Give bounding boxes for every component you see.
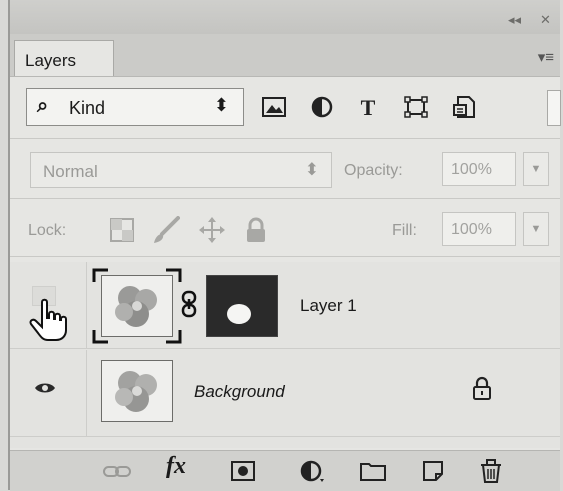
opacity-dropdown-arrow[interactable]: ▼ [523, 152, 549, 186]
new-group-icon[interactable] [358, 457, 388, 485]
adjustment-layer-filter-icon[interactable] [310, 96, 334, 118]
tab-layers[interactable]: Layers [14, 40, 114, 76]
filter-kind-select[interactable]: ⌕ Kind ⬍ [26, 88, 244, 126]
blend-mode-select[interactable]: Normal ⬍ [30, 152, 332, 188]
blend-row: Normal ⬍ Opacity: 100% ▼ [10, 146, 560, 192]
filter-kind-label: Kind [69, 98, 106, 118]
new-layer-icon[interactable] [418, 457, 448, 485]
layer-name[interactable]: Layer 1 [300, 296, 357, 316]
bottom-toolbar: fx [10, 450, 560, 491]
visibility-toggle[interactable] [20, 262, 87, 348]
spinner-icon: ⬍ [304, 160, 319, 179]
lock-icon [473, 376, 491, 400]
shape-layer-filter-icon[interactable] [404, 96, 428, 118]
divider [10, 138, 560, 139]
lock-image-pixels-icon[interactable] [152, 216, 180, 244]
delete-layer-icon[interactable] [476, 457, 506, 485]
filter-row: ⌕ Kind ⬍ T [10, 82, 561, 132]
panel-menu-icon[interactable]: ▾≡ [538, 48, 554, 66]
divider [10, 256, 560, 257]
spinner-icon: ⬍ [213, 95, 229, 115]
link-layers-icon[interactable] [102, 457, 132, 485]
layer-mask-link-icon[interactable] [180, 290, 198, 318]
visibility-toggle[interactable] [20, 350, 87, 436]
fill-dropdown-arrow[interactable]: ▼ [523, 212, 549, 246]
divider [10, 198, 560, 199]
lock-transparent-pixels-icon[interactable] [108, 216, 136, 244]
adjustment-layer-icon[interactable] [296, 457, 326, 485]
search-icon: ⌕ [37, 95, 49, 117]
smart-object-filter-icon[interactable] [452, 96, 476, 118]
close-icon[interactable]: ✕ [540, 12, 551, 28]
layer-thumbnail[interactable] [101, 360, 173, 422]
type-layer-filter-icon[interactable]: T [356, 96, 380, 118]
panel-title-bar[interactable]: ◂◂ ✕ [10, 0, 560, 34]
fill-label: Fill: [392, 222, 417, 239]
layers-list: Layer 1 Background [10, 262, 560, 448]
fill-field[interactable]: 100% [442, 212, 516, 246]
mask-shape [227, 304, 251, 324]
layer-name[interactable]: Background [194, 382, 285, 402]
add-mask-icon[interactable] [228, 457, 258, 485]
flower-image [102, 361, 172, 421]
lock-row: Lock: Fill: 100% ▼ [10, 206, 560, 252]
layer-thumbnail[interactable] [101, 275, 173, 337]
opacity-field[interactable]: 100% [442, 152, 516, 186]
layer-style-icon[interactable]: fx [166, 453, 200, 481]
layer-row-background[interactable]: Background [10, 350, 560, 437]
svg-text:T: T [361, 96, 376, 118]
hand-cursor-icon [29, 298, 67, 341]
lock-all-icon[interactable] [242, 216, 270, 244]
layers-panel: ◂◂ ✕ Layers ▾≡ ⌕ Kind ⬍ T Normal ⬍ Opaci… [8, 0, 561, 491]
lock-position-icon[interactable] [198, 216, 226, 244]
filter-toggle-switch[interactable] [547, 90, 561, 126]
eye-icon[interactable] [34, 380, 56, 396]
collapse-icon[interactable]: ◂◂ [508, 12, 521, 28]
pixel-layer-filter-icon[interactable] [262, 96, 286, 118]
layer-row-layer-1[interactable]: Layer 1 [10, 262, 560, 349]
blend-mode-value: Normal [43, 162, 98, 181]
tab-bar: Layers ▾≡ [10, 34, 560, 77]
layer-mask-thumbnail[interactable] [206, 275, 278, 337]
flower-image [102, 276, 172, 336]
opacity-label: Opacity: [344, 162, 403, 179]
lock-label: Lock: [28, 222, 67, 239]
